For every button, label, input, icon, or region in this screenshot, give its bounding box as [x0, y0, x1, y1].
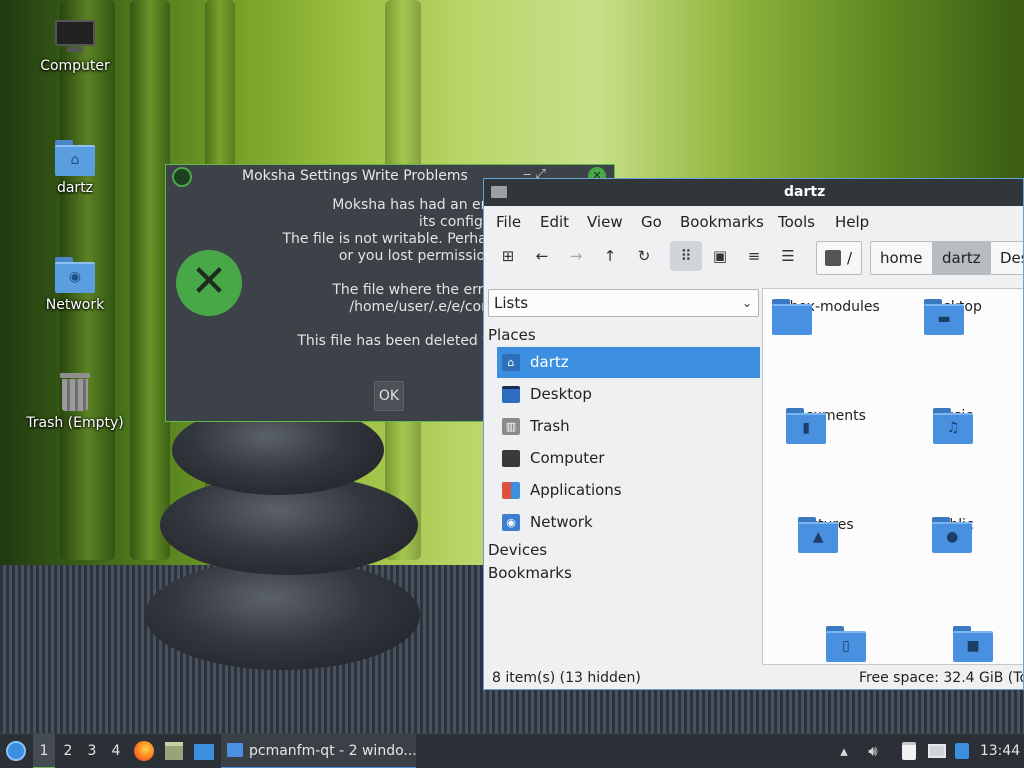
status-item-count: 8 item(s) (13 hidden): [492, 670, 641, 686]
desktop-icon-network[interactable]: ◉ Network: [25, 257, 125, 313]
file-item[interactable]: ♫ Music: [890, 408, 1016, 444]
clock[interactable]: 13:44: [979, 734, 1021, 768]
task-label: pcmanfm-qt - 2 windo...: [249, 743, 417, 759]
workspace-3[interactable]: 3: [81, 734, 103, 768]
error-x-icon: ✕: [176, 250, 242, 316]
breadcrumb-root[interactable]: /: [816, 241, 863, 275]
taskbar: 1 2 3 4 pcmanfm-qt - 2 windo... ▴ 🔊︎ 13:…: [0, 733, 1024, 768]
clipboard-icon[interactable]: [898, 734, 920, 768]
up-arrow-icon[interactable]: ↑: [594, 241, 626, 271]
place-item-applications[interactable]: Applications: [497, 475, 760, 506]
side-pane-mode-select[interactable]: Lists ⌄: [488, 289, 759, 317]
file-item[interactable]: ● Public: [890, 517, 1016, 553]
file-cabinet-icon[interactable]: [162, 734, 186, 768]
place-label: dartz: [530, 353, 569, 371]
moksha-logo-icon: [172, 167, 192, 187]
place-item-dartz[interactable]: ⌂ dartz: [497, 347, 760, 378]
desktop-icon-trash[interactable]: Trash (Empty): [25, 373, 125, 431]
menu-view[interactable]: View: [587, 213, 623, 231]
file-item[interactable]: ▲ Pictures: [763, 517, 889, 553]
icon-view-icon[interactable]: ⠿: [670, 241, 702, 271]
compact-view-icon[interactable]: ≡: [738, 241, 770, 271]
breadcrumb-label: /: [847, 249, 853, 267]
desktop-icon-label: Computer: [40, 58, 110, 74]
volume-icon[interactable]: 🔊︎: [862, 734, 884, 768]
network-folder-icon: ◉: [55, 257, 95, 293]
breadcrumb-desktop[interactable]: Des: [990, 241, 1023, 275]
taskbar-task-pcmanfm[interactable]: pcmanfm-qt - 2 windo...: [221, 734, 417, 768]
menu-bookmarks[interactable]: Bookmarks: [680, 213, 764, 231]
folder-view[interactable]: anbox-modules ▬ Desktop ▮ Documents ♫ Mu…: [762, 288, 1023, 665]
place-item-computer[interactable]: Computer: [497, 443, 760, 474]
place-label: Trash: [530, 417, 570, 435]
file-item[interactable]: ▮ Documents: [763, 408, 889, 444]
start-menu-icon[interactable]: [4, 734, 28, 768]
side-pane-mode-value: Lists: [494, 294, 529, 312]
file-item[interactable]: anbox-modules: [763, 299, 889, 335]
desktop-icon-label: dartz: [56, 180, 94, 196]
thumbnail-view-icon[interactable]: ▣: [704, 241, 736, 271]
place-label: Network: [530, 513, 593, 531]
desktop-icon-label: Trash (Empty): [26, 415, 124, 431]
drive-icon: [825, 250, 841, 266]
folder-icon: [227, 743, 243, 757]
menu-file[interactable]: File: [496, 213, 521, 231]
place-item-network[interactable]: ◉ Network: [497, 507, 760, 538]
status-free-space: Free space: 32.4 GiB (Tot: [859, 670, 1024, 686]
firefox-icon[interactable]: [132, 734, 156, 768]
trash-icon: [58, 373, 92, 411]
detailed-list-icon[interactable]: ☰: [772, 241, 804, 271]
home-folder-icon: ⌂: [55, 140, 95, 176]
workspace-1[interactable]: 1: [33, 734, 55, 768]
breadcrumb-home[interactable]: home: [870, 241, 933, 275]
places-header[interactable]: Places: [488, 326, 536, 344]
menu-tools[interactable]: Tools: [778, 213, 815, 231]
file-item[interactable]: ▬ Desktop: [890, 299, 1016, 335]
place-item-desktop[interactable]: Desktop: [497, 379, 760, 410]
network-folder-icon: ◉: [502, 514, 520, 531]
menubar: File Edit View Go Bookmarks Tools Help: [484, 206, 1023, 236]
menu-edit[interactable]: Edit: [540, 213, 569, 231]
computer-icon: [502, 450, 520, 467]
place-label: Computer: [530, 449, 605, 467]
desktop-icon-label: Network: [45, 297, 105, 313]
desktop-icon-home[interactable]: ⌂ dartz: [25, 140, 125, 196]
toolbar: ⊞ ← → ↑ ↻ ⠿ ▣ ≡ ☰ / home dartz Des: [484, 236, 1023, 276]
forward-arrow-icon[interactable]: →: [560, 241, 592, 271]
back-arrow-icon[interactable]: ←: [526, 241, 558, 271]
desktop-icon: [502, 386, 520, 403]
computer-icon: [53, 20, 97, 54]
workspace-2[interactable]: 2: [57, 734, 79, 768]
window-title: dartz: [784, 184, 826, 200]
desktop-icon-computer[interactable]: Computer: [25, 20, 125, 74]
place-label: Applications: [530, 481, 622, 499]
new-tab-icon[interactable]: ⊞: [492, 241, 524, 271]
window-titlebar[interactable]: dartz: [484, 179, 1023, 206]
place-item-trash[interactable]: ▥ Trash: [497, 411, 760, 442]
breadcrumb-dartz[interactable]: dartz: [932, 241, 991, 275]
place-label: Desktop: [530, 385, 592, 403]
show-desktop-icon[interactable]: [192, 734, 216, 768]
status-bar: 8 item(s) (13 hidden) Free space: 32.4 G…: [484, 667, 1024, 689]
dialog-title: Moksha Settings Write Problems: [242, 168, 468, 184]
workspace-4[interactable]: 4: [105, 734, 127, 768]
side-pane: Lists ⌄ Places ⌂ dartz Desktop ▥ Trash C…: [484, 277, 760, 663]
trash-icon: ▥: [502, 418, 520, 435]
network-tray-icon[interactable]: [926, 734, 948, 768]
bookmarks-header[interactable]: Bookmarks: [488, 564, 572, 582]
ok-button[interactable]: OK: [374, 381, 404, 411]
update-notifier-icon[interactable]: [952, 734, 972, 768]
applications-icon: [502, 482, 520, 499]
tray-arrow-icon[interactable]: ▴: [834, 734, 854, 768]
menu-help[interactable]: Help: [835, 213, 869, 231]
home-folder-icon: ⌂: [502, 354, 520, 371]
chevron-down-icon: ⌄: [741, 296, 752, 310]
menu-go[interactable]: Go: [641, 213, 662, 231]
reload-icon[interactable]: ↻: [628, 241, 660, 271]
folder-app-icon: [491, 186, 507, 198]
devices-header[interactable]: Devices: [488, 541, 547, 559]
file-manager-window: dartz File Edit View Go Bookmarks Tools …: [483, 178, 1024, 690]
